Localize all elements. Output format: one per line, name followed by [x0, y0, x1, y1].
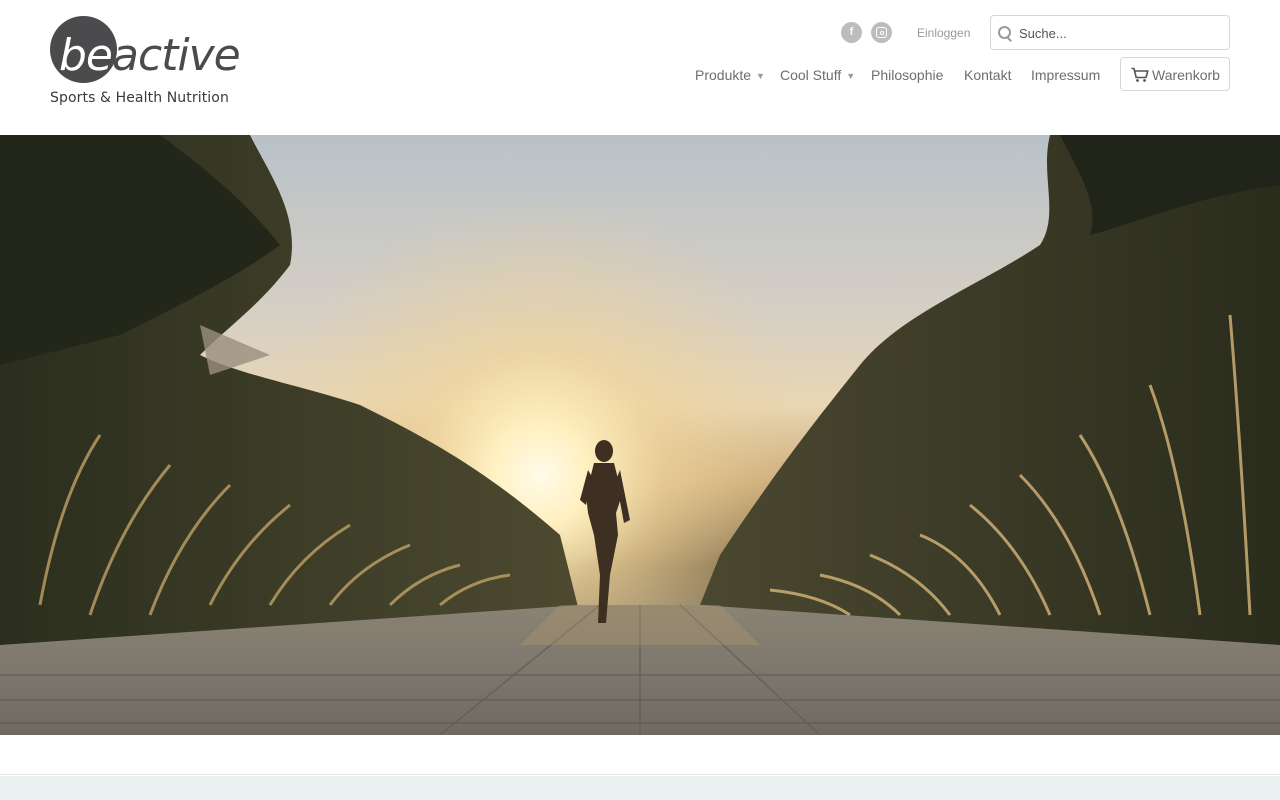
- facebook-icon[interactable]: f: [841, 22, 862, 43]
- nav-item-kontakt[interactable]: Kontakt: [964, 66, 1011, 84]
- nav-item-label: Cool Stuff: [780, 67, 842, 83]
- nav-item-philosophie[interactable]: Philosophie: [871, 66, 943, 84]
- cart-button[interactable]: Warenkorb: [1120, 57, 1230, 91]
- site-header: beactive Sports & Health Nutrition f Ein…: [0, 0, 1280, 135]
- cart-icon: [1131, 67, 1149, 82]
- login-link[interactable]: Einloggen: [917, 26, 970, 40]
- chevron-down-icon: ▼: [846, 71, 856, 81]
- logo-tagline: Sports & Health Nutrition: [50, 90, 229, 106]
- cart-label: Warenkorb: [1152, 67, 1220, 83]
- chevron-down-icon: ▼: [756, 71, 765, 81]
- hero-image: [0, 135, 1280, 735]
- nav-item-impressum[interactable]: Impressum: [1031, 66, 1100, 84]
- nav-item-cool-stuff[interactable]: Cool Stuff ▼: [780, 66, 855, 86]
- instagram-icon[interactable]: [871, 22, 892, 43]
- content-strip: [0, 735, 1280, 775]
- search-icon: [998, 26, 1012, 40]
- site-logo[interactable]: beactive Sports & Health Nutrition: [50, 16, 241, 112]
- nav-item-label: Produkte: [695, 67, 752, 83]
- logo-be: be: [59, 30, 113, 81]
- hero-scene: [0, 135, 1280, 735]
- search-input[interactable]: [1019, 22, 1219, 44]
- search-box: [990, 15, 1230, 50]
- footer-band: [0, 776, 1280, 800]
- logo-wordmark: beactive: [59, 28, 241, 84]
- nav-item-produkte[interactable]: Produkte ▼: [695, 66, 765, 86]
- logo-active: active: [112, 30, 241, 81]
